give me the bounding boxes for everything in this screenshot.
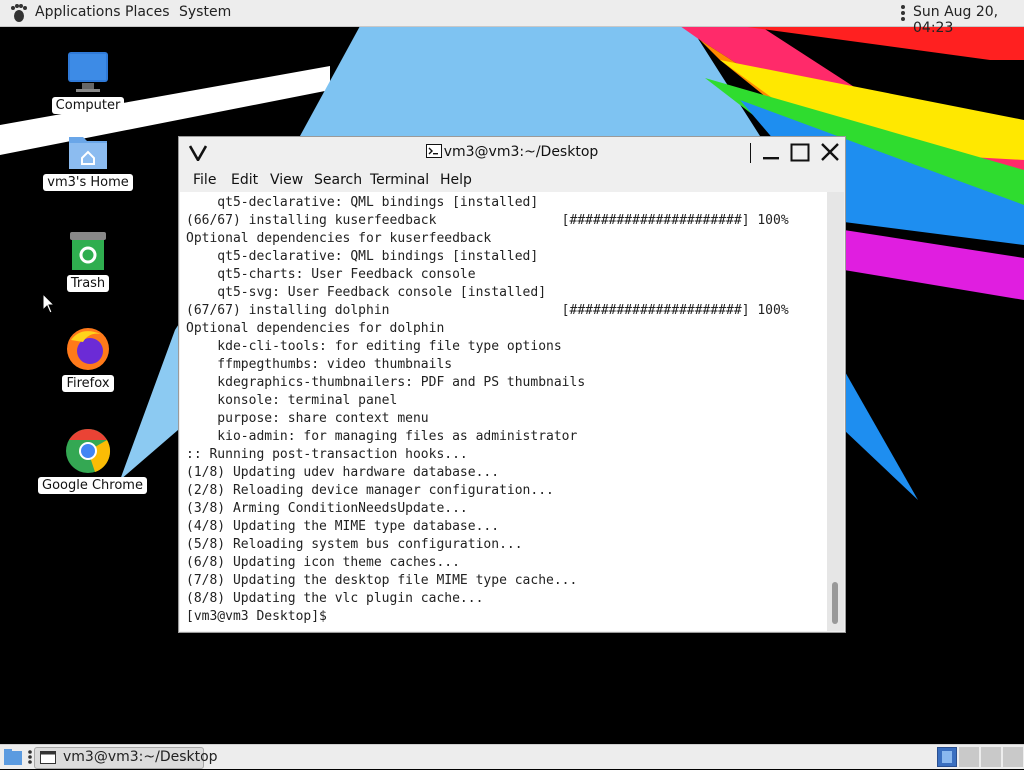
menu-terminal[interactable]: Terminal <box>370 172 429 188</box>
show-desktop-icon[interactable] <box>3 748 23 770</box>
terminal-titlebar[interactable]: vm3@vm3:~/Desktop <box>179 137 845 169</box>
terminal-line: (6/8) Updating icon theme caches... <box>186 555 460 570</box>
desktop-icon-label: Google Chrome <box>38 477 147 494</box>
desktop-icon-home[interactable]: vm3's Home <box>38 131 138 191</box>
terminal-prompt[interactable]: [vm3@vm3 Desktop]$ <box>186 608 827 626</box>
terminal-line: (66/67) installing kuserfeedback [######… <box>186 213 789 228</box>
terminal-line: (4/8) Updating the MIME type database... <box>186 519 500 534</box>
applications-menu[interactable]: Applications <box>35 4 121 20</box>
scrollbar-thumb[interactable] <box>832 582 838 624</box>
terminal-line: (2/8) Reloading device manager configura… <box>186 483 554 498</box>
terminal-title: vm3@vm3:~/Desktop <box>179 144 845 162</box>
close-button[interactable] <box>820 142 840 166</box>
desktop-icon-firefox[interactable]: Firefox <box>38 326 138 392</box>
top-panel: Applications Places System Sun Aug 20, 0… <box>0 0 1024 36</box>
places-menu[interactable]: Places <box>125 4 170 20</box>
clock[interactable]: Sun Aug 20, 04:23 <box>913 4 1024 36</box>
desktop-icon-label: Trash <box>66 275 110 292</box>
system-menu[interactable]: System <box>179 4 231 20</box>
desktop-icon-label: Computer <box>51 97 125 114</box>
workspace-2[interactable] <box>959 747 979 767</box>
handle-icon[interactable] <box>27 749 33 769</box>
workspace-1[interactable] <box>937 747 957 767</box>
desktop-icon-chrome[interactable]: Google Chrome <box>38 428 147 494</box>
desktop-icon-label: Firefox <box>62 375 114 392</box>
chrome-icon <box>66 429 111 473</box>
maximize-button[interactable] <box>790 143 810 166</box>
firefox-icon <box>67 328 109 370</box>
taskbar-window-button[interactable]: vm3@vm3:~/Desktop <box>34 747 218 769</box>
menu-search[interactable]: Search <box>314 172 362 188</box>
terminal-line: (67/67) installing dolphin [############… <box>186 303 789 318</box>
terminal-line: qt5-declarative: QML bindings [installed… <box>186 249 539 264</box>
terminal-line: kdegraphics-thumbnailers: PDF and PS thu… <box>186 375 586 390</box>
workspace-4[interactable] <box>1003 747 1023 767</box>
terminal-line: kde-cli-tools: for editing file type opt… <box>186 339 562 354</box>
terminal-line: Optional dependencies for dolphin <box>186 321 445 336</box>
terminal-line: purpose: share context menu <box>186 411 429 426</box>
gnome-foot-icon[interactable] <box>9 3 29 27</box>
desktop-icon-label: vm3's Home <box>43 174 133 191</box>
mouse-pointer-icon <box>42 293 56 314</box>
desktop-icon-computer[interactable]: Computer <box>38 50 138 114</box>
terminal-line: (3/8) Arming ConditionNeedsUpdate... <box>186 501 468 516</box>
workspace-3[interactable] <box>981 747 1001 767</box>
taskbar-window-title: vm3@vm3:~/Desktop <box>63 749 218 765</box>
window-icon <box>40 751 56 768</box>
desktop-icon-trash[interactable]: Trash <box>38 230 138 292</box>
terminal-line: konsole: terminal panel <box>186 393 398 408</box>
terminal-line: (7/8) Updating the desktop file MIME typ… <box>186 573 578 588</box>
bottom-panel: vm3@vm3:~/Desktop <box>0 744 1024 769</box>
terminal-line: qt5-charts: User Feedback console <box>186 267 476 282</box>
menu-file[interactable]: File <box>193 172 216 188</box>
terminal-window[interactable]: vm3@vm3:~/Desktop File Edit View Search … <box>178 136 846 633</box>
terminal-line: qt5-svg: User Feedback console [installe… <box>186 285 547 300</box>
terminal-line: ffmpegthumbs: video thumbnails <box>186 357 453 372</box>
terminal-line: (1/8) Updating udev hardware database... <box>186 465 500 480</box>
terminal-output[interactable]: qt5-declarative: QML bindings [installed… <box>180 192 827 631</box>
home-folder-icon <box>69 137 107 169</box>
terminal-title-text: vm3@vm3:~/Desktop <box>443 144 599 160</box>
titlebar-separator <box>750 143 751 163</box>
menu-edit[interactable]: Edit <box>231 172 258 188</box>
trash-icon <box>70 232 106 270</box>
terminal-menubar: File Edit View Search Terminal Help <box>179 170 845 192</box>
menu-help[interactable]: Help <box>440 172 472 188</box>
terminal-line: kio-admin: for managing files as adminis… <box>186 429 578 444</box>
menu-view[interactable]: View <box>270 172 303 188</box>
terminal-icon <box>425 144 442 162</box>
terminal-line: Optional dependencies for kuserfeedback <box>186 231 492 246</box>
minimize-button[interactable] <box>761 145 781 165</box>
terminal-scrollbar[interactable] <box>827 192 844 631</box>
terminal-line: :: Running post-transaction hooks... <box>186 447 468 462</box>
workspace-window-thumb <box>942 751 952 763</box>
vertical-dots-icon[interactable] <box>900 4 906 26</box>
workspace-switcher <box>937 747 1023 767</box>
monitor-icon <box>68 52 108 92</box>
terminal-line: (8/8) Updating the vlc plugin cache... <box>186 591 484 606</box>
terminal-line: qt5-declarative: QML bindings [installed… <box>186 195 539 210</box>
terminal-line: (5/8) Reloading system bus configuration… <box>186 537 523 552</box>
terminal-text: qt5-declarative: QML bindings [installed… <box>180 192 827 626</box>
